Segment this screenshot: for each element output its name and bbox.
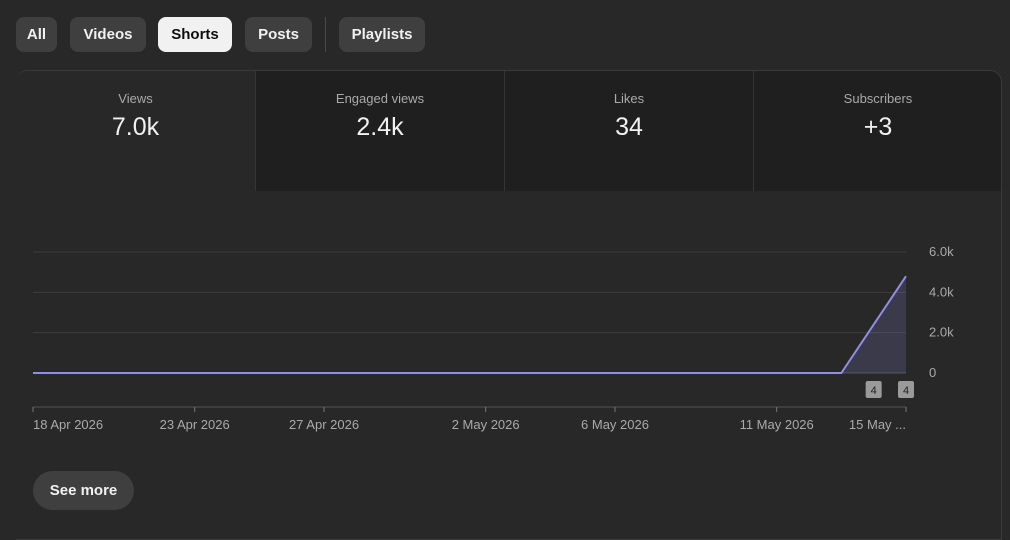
tab-posts[interactable]: Posts (245, 17, 312, 52)
metric-label: Subscribers (754, 91, 1002, 106)
metric-engaged-views[interactable]: Engaged views 2.4k (255, 71, 504, 191)
metric-value: 7.0k (16, 113, 255, 142)
metric-value: 2.4k (256, 113, 504, 142)
metric-label: Engaged views (256, 91, 504, 106)
tab-all[interactable]: All (16, 17, 57, 52)
metric-likes[interactable]: Likes 34 (504, 71, 753, 191)
metric-value: 34 (505, 113, 753, 142)
tab-divider (325, 17, 326, 52)
tab-videos[interactable]: Videos (70, 17, 146, 52)
metric-value: +3 (754, 113, 1002, 142)
metric-tabs: Views 7.0k Engaged views 2.4k Likes 34 S… (16, 71, 1002, 191)
see-more-button[interactable]: See more (33, 471, 134, 510)
tab-shorts[interactable]: Shorts (158, 17, 232, 52)
tab-playlists[interactable]: Playlists (339, 17, 425, 52)
metric-views[interactable]: Views 7.0k (16, 71, 255, 191)
metric-label: Likes (505, 91, 753, 106)
metric-subscribers[interactable]: Subscribers +3 (753, 71, 1002, 191)
metric-label: Views (16, 91, 255, 106)
analytics-card: Views 7.0k Engaged views 2.4k Likes 34 S… (16, 70, 1002, 540)
